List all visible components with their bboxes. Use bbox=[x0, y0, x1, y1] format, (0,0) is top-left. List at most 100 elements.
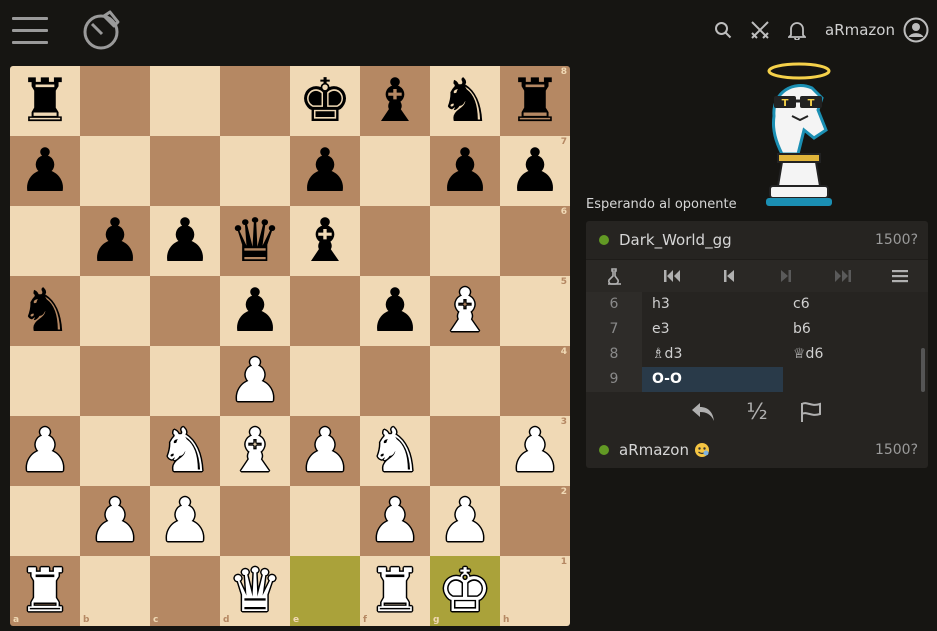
menu-icon[interactable] bbox=[12, 17, 48, 45]
first-move-icon[interactable] bbox=[643, 260, 700, 292]
white-king-icon[interactable]: ♚ bbox=[430, 556, 500, 626]
white-pawn-icon[interactable]: ♟ bbox=[500, 416, 570, 486]
square-f7[interactable] bbox=[360, 136, 430, 206]
square-e6[interactable]: ♝ bbox=[290, 206, 360, 276]
white-knight-icon[interactable]: ♞ bbox=[150, 416, 220, 486]
square-e1[interactable]: e bbox=[290, 556, 360, 626]
square-f6[interactable] bbox=[360, 206, 430, 276]
white-move[interactable]: O-O bbox=[642, 367, 783, 392]
black-move[interactable]: ♕d6 bbox=[783, 342, 924, 367]
square-g2[interactable]: ♟ bbox=[430, 486, 500, 556]
square-d6[interactable]: ♛ bbox=[220, 206, 290, 276]
square-d5[interactable]: ♟ bbox=[220, 276, 290, 346]
square-d7[interactable] bbox=[220, 136, 290, 206]
square-c8[interactable] bbox=[150, 66, 220, 136]
white-rook-icon[interactable]: ♜ bbox=[360, 556, 430, 626]
black-move[interactable] bbox=[783, 367, 924, 392]
square-f8[interactable]: ♝ bbox=[360, 66, 430, 136]
square-f5[interactable]: ♟ bbox=[360, 276, 430, 346]
black-move[interactable]: c6 bbox=[783, 292, 924, 317]
square-h8[interactable]: 8 ♜ bbox=[500, 66, 570, 136]
black-pawn-icon[interactable]: ♟ bbox=[430, 136, 500, 206]
square-b4[interactable] bbox=[80, 346, 150, 416]
square-b8[interactable] bbox=[80, 66, 150, 136]
square-e3[interactable]: ♟ bbox=[290, 416, 360, 486]
square-h3[interactable]: 3 ♟ bbox=[500, 416, 570, 486]
white-queen-icon[interactable]: ♛ bbox=[220, 556, 290, 626]
white-move[interactable]: h3 bbox=[642, 292, 783, 317]
square-a1[interactable]: a ♜ bbox=[10, 556, 80, 626]
square-e4[interactable] bbox=[290, 346, 360, 416]
opponent-name[interactable]: Dark_World_gg bbox=[619, 231, 732, 249]
square-a8[interactable]: ♜ bbox=[10, 66, 80, 136]
black-bishop-icon[interactable]: ♝ bbox=[360, 66, 430, 136]
white-pawn-icon[interactable]: ♟ bbox=[10, 416, 80, 486]
white-pawn-icon[interactable]: ♟ bbox=[150, 486, 220, 556]
square-d2[interactable] bbox=[220, 486, 290, 556]
square-g3[interactable] bbox=[430, 416, 500, 486]
square-d1[interactable]: d ♛ bbox=[220, 556, 290, 626]
crossed-swords-icon[interactable] bbox=[749, 19, 771, 41]
white-pawn-icon[interactable]: ♟ bbox=[430, 486, 500, 556]
square-g4[interactable] bbox=[430, 346, 500, 416]
square-g6[interactable] bbox=[430, 206, 500, 276]
search-icon[interactable] bbox=[712, 19, 734, 41]
square-c2[interactable]: ♟ bbox=[150, 486, 220, 556]
square-h5[interactable]: 5 bbox=[500, 276, 570, 346]
black-pawn-icon[interactable]: ♟ bbox=[150, 206, 220, 276]
square-b7[interactable] bbox=[80, 136, 150, 206]
user-avatar-icon[interactable] bbox=[903, 17, 929, 43]
white-pawn-icon[interactable]: ♟ bbox=[360, 486, 430, 556]
square-h4[interactable]: 4 bbox=[500, 346, 570, 416]
square-c1[interactable]: c bbox=[150, 556, 220, 626]
square-f3[interactable]: ♞ bbox=[360, 416, 430, 486]
square-a2[interactable] bbox=[10, 486, 80, 556]
white-knight-icon[interactable]: ♞ bbox=[360, 416, 430, 486]
last-move-icon[interactable] bbox=[814, 260, 871, 292]
square-g8[interactable]: ♞ bbox=[430, 66, 500, 136]
square-h1[interactable]: 1h bbox=[500, 556, 570, 626]
square-c3[interactable]: ♞ bbox=[150, 416, 220, 486]
black-pawn-icon[interactable]: ♟ bbox=[290, 136, 360, 206]
square-c6[interactable]: ♟ bbox=[150, 206, 220, 276]
black-king-icon[interactable]: ♚ bbox=[290, 66, 360, 136]
square-f1[interactable]: f ♜ bbox=[360, 556, 430, 626]
square-g7[interactable]: ♟ bbox=[430, 136, 500, 206]
takeback-icon[interactable] bbox=[680, 395, 726, 429]
square-h2[interactable]: 2 bbox=[500, 486, 570, 556]
square-c5[interactable] bbox=[150, 276, 220, 346]
square-b2[interactable]: ♟ bbox=[80, 486, 150, 556]
black-pawn-icon[interactable]: ♟ bbox=[80, 206, 150, 276]
chessboard[interactable]: ♜ ♚ ♝ ♞ 8 ♜ ♟ ♟ ♟ 7 ♟ ♟ ♟ ♛ ♝ 6 ♞ ♟ ♟ ♝ 5 ♟ 4 ♟ ♞ ♝ ♟ ♞ 3 ♟ ♟ ♟ ♟ ♟ 2 a ♜ b c d… bbox=[10, 66, 570, 626]
square-a5[interactable]: ♞ bbox=[10, 276, 80, 346]
bell-icon[interactable] bbox=[786, 19, 808, 41]
previous-move-icon[interactable] bbox=[700, 260, 757, 292]
white-rook-icon[interactable]: ♜ bbox=[10, 556, 80, 626]
square-f2[interactable]: ♟ bbox=[360, 486, 430, 556]
username-link[interactable]: aRmazon bbox=[825, 21, 895, 39]
white-bishop-icon[interactable]: ♝ bbox=[430, 276, 500, 346]
square-f4[interactable] bbox=[360, 346, 430, 416]
menu-lines-icon[interactable] bbox=[871, 260, 928, 292]
square-a7[interactable]: ♟ bbox=[10, 136, 80, 206]
black-pawn-icon[interactable]: ♟ bbox=[10, 136, 80, 206]
white-pawn-icon[interactable]: ♟ bbox=[290, 416, 360, 486]
square-g1[interactable]: g ♚ bbox=[430, 556, 500, 626]
black-bishop-icon[interactable]: ♝ bbox=[290, 206, 360, 276]
white-pawn-icon[interactable]: ♟ bbox=[220, 346, 290, 416]
square-e5[interactable] bbox=[290, 276, 360, 346]
black-pawn-icon[interactable]: ♟ bbox=[360, 276, 430, 346]
black-rook-icon[interactable]: ♜ bbox=[500, 66, 570, 136]
black-move[interactable]: b6 bbox=[783, 317, 924, 342]
square-b5[interactable] bbox=[80, 276, 150, 346]
white-move[interactable]: e3 bbox=[642, 317, 783, 342]
white-bishop-icon[interactable]: ♝ bbox=[220, 416, 290, 486]
square-e7[interactable]: ♟ bbox=[290, 136, 360, 206]
square-b1[interactable]: b bbox=[80, 556, 150, 626]
square-a6[interactable] bbox=[10, 206, 80, 276]
player-name[interactable]: aRmazon bbox=[619, 441, 689, 459]
square-e8[interactable]: ♚ bbox=[290, 66, 360, 136]
square-d4[interactable]: ♟ bbox=[220, 346, 290, 416]
move-list-scrollbar[interactable] bbox=[921, 348, 925, 392]
analysis-icon[interactable] bbox=[586, 260, 643, 292]
